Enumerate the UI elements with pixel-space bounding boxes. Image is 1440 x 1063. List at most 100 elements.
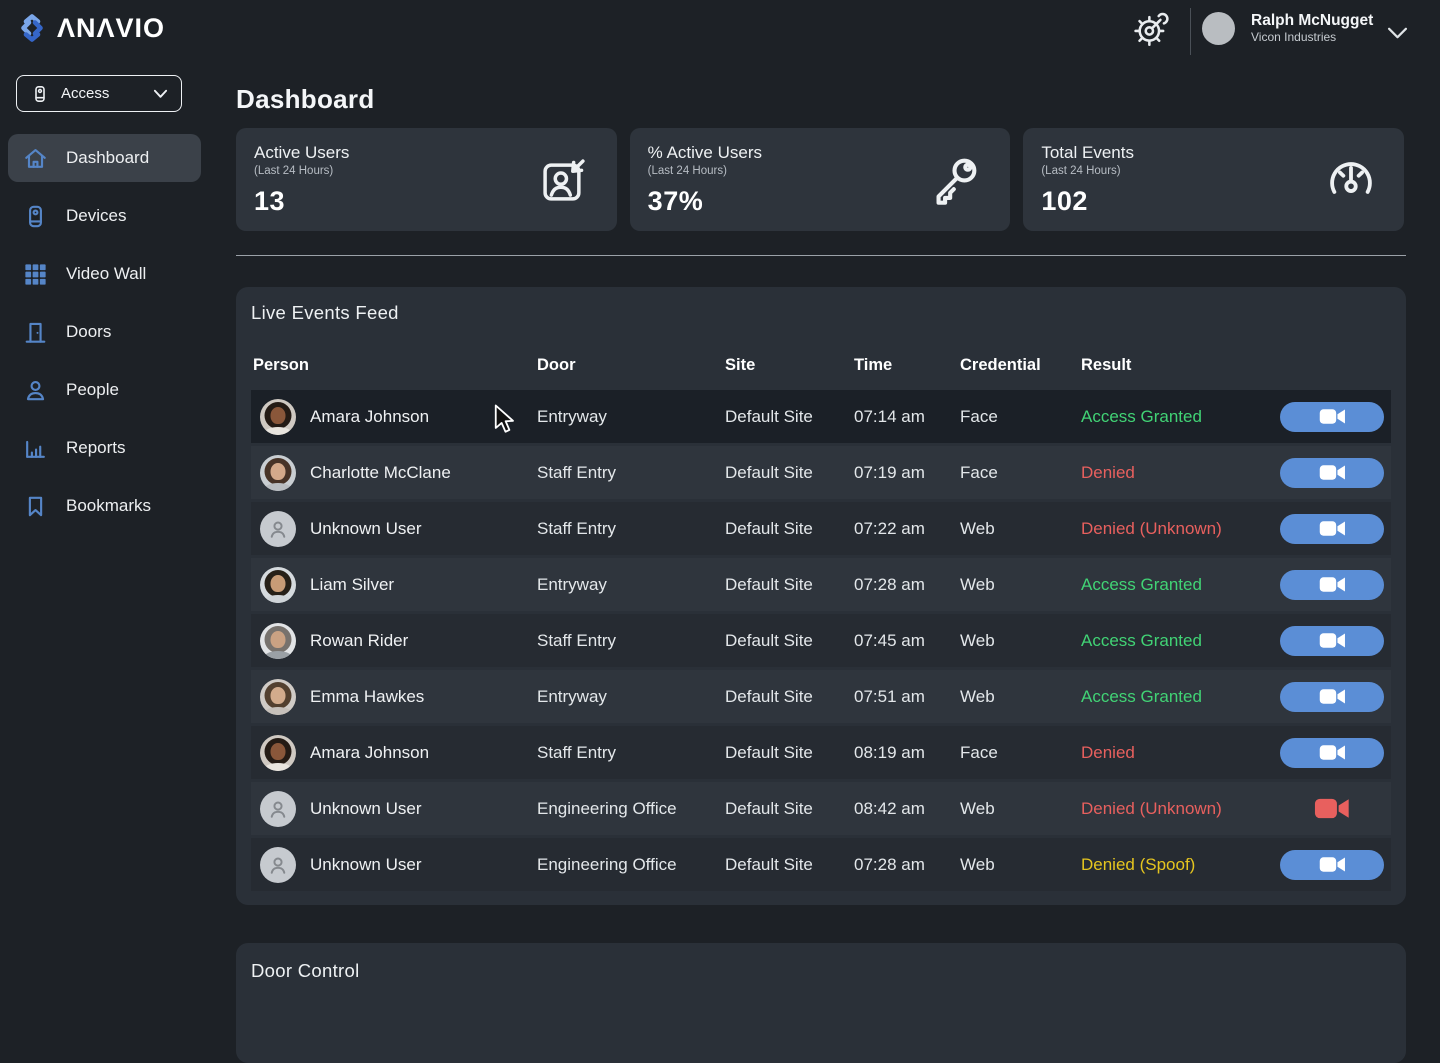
event-row[interactable]: Amara Johnson Staff Entry Default Site 0…	[251, 726, 1391, 779]
result-cell: Access Granted	[1079, 575, 1273, 595]
video-button[interactable]	[1280, 402, 1384, 432]
time-cell: 07:22 am	[852, 519, 958, 539]
event-row[interactable]: Rowan Rider Staff Entry Default Site 07:…	[251, 614, 1391, 667]
person-cell: Emma Hawkes	[251, 679, 535, 715]
video-cell	[1273, 514, 1391, 544]
sidebar-item-bookmarks[interactable]: Bookmarks	[8, 482, 201, 530]
event-row[interactable]: Emma Hawkes Entryway Default Site 07:51 …	[251, 670, 1391, 723]
result-cell: Denied	[1079, 463, 1273, 483]
door-cell: Entryway	[535, 687, 723, 707]
door-cell: Entryway	[535, 575, 723, 595]
column-header-person: Person	[251, 356, 535, 375]
chevron-down-icon[interactable]	[1387, 26, 1408, 40]
video-camera-icon	[1319, 408, 1346, 425]
time-cell: 07:51 am	[852, 687, 958, 707]
result-cell: Denied (Spoof)	[1079, 855, 1273, 875]
person-cell: Unknown User	[251, 847, 535, 883]
video-button[interactable]	[1280, 850, 1384, 880]
credential-cell: Face	[958, 743, 1079, 763]
video-camera-icon	[1319, 520, 1346, 537]
sidebar-item-people[interactable]: People	[8, 366, 201, 414]
sidebar-item-video-wall[interactable]: Video Wall	[8, 250, 201, 298]
unknown-person-icon	[260, 791, 296, 827]
time-cell: 08:19 am	[852, 743, 958, 763]
video-cell	[1273, 570, 1391, 600]
sidebar-item-dashboard[interactable]: Dashboard	[8, 134, 201, 182]
settings-gear-icon[interactable]	[1131, 9, 1171, 51]
page-title: Dashboard	[236, 84, 375, 115]
person-name: Unknown User	[310, 519, 422, 539]
person-avatar	[260, 679, 296, 715]
time-cell: 07:28 am	[852, 855, 958, 875]
person-avatar	[260, 735, 296, 771]
chevron-down-icon	[153, 89, 168, 99]
credential-cell: Web	[958, 631, 1079, 651]
video-camera-icon	[1319, 464, 1346, 481]
video-button[interactable]	[1280, 458, 1384, 488]
video-cell	[1273, 626, 1391, 656]
door-control-title: Door Control	[251, 960, 1391, 982]
event-row[interactable]: Charlotte McClane Staff Entry Default Si…	[251, 446, 1391, 499]
person-name: Amara Johnson	[310, 743, 429, 763]
video-button[interactable]	[1280, 738, 1384, 768]
home-icon	[22, 145, 49, 172]
sidebar-item-label: Devices	[66, 206, 126, 226]
video-camera-icon	[1319, 744, 1346, 761]
app-root: { "topbar": { "brand": "ANAVIO", "logo_i…	[0, 0, 1440, 1024]
site-cell: Default Site	[723, 743, 852, 763]
sidebar-item-label: People	[66, 380, 119, 400]
door-cell: Staff Entry	[535, 519, 723, 539]
door-cell: Staff Entry	[535, 743, 723, 763]
topbar-divider	[1190, 8, 1191, 55]
time-cell: 07:14 am	[852, 407, 958, 427]
column-header-time: Time	[852, 356, 958, 375]
door-cell: Staff Entry	[535, 463, 723, 483]
stat-card: Total Events (Last 24 Hours) 102	[1023, 128, 1404, 231]
intercom-icon	[22, 203, 49, 230]
credential-cell: Face	[958, 407, 1079, 427]
credential-cell: Web	[958, 519, 1079, 539]
person-avatar	[260, 455, 296, 491]
site-cell: Default Site	[723, 687, 852, 707]
result-cell: Access Granted	[1079, 631, 1273, 651]
context-selector[interactable]: Access	[16, 75, 182, 112]
event-row[interactable]: Unknown User Engineering Office Default …	[251, 838, 1391, 891]
video-denied-icon[interactable]	[1314, 797, 1350, 820]
person-name: Emma Hawkes	[310, 687, 424, 707]
person-cell: Charlotte McClane	[251, 455, 535, 491]
sidebar-item-label: Doors	[66, 322, 111, 342]
video-cell	[1273, 402, 1391, 432]
video-cell	[1273, 458, 1391, 488]
door-control-panel: Door Control	[236, 943, 1406, 1063]
credential-cell: Web	[958, 855, 1079, 875]
video-button[interactable]	[1280, 570, 1384, 600]
sidebar-item-label: Bookmarks	[66, 496, 151, 516]
site-cell: Default Site	[723, 463, 852, 483]
user-menu[interactable]: Ralph McNugget Vicon Industries	[1202, 11, 1373, 45]
door-cell: Engineering Office	[535, 799, 723, 819]
grid-icon	[22, 261, 49, 288]
time-cell: 07:45 am	[852, 631, 958, 651]
sidebar-nav: Dashboard Devices Video Wall Doors Peopl…	[8, 134, 201, 540]
stat-cards-row: Active Users (Last 24 Hours) 13 % Active…	[236, 128, 1404, 231]
result-cell: Denied	[1079, 743, 1273, 763]
video-camera-icon	[1319, 632, 1346, 649]
live-events-panel: Live Events Feed PersonDoorSiteTimeCrede…	[236, 287, 1406, 905]
event-row[interactable]: Liam Silver Entryway Default Site 07:28 …	[251, 558, 1391, 611]
event-row[interactable]: Unknown User Engineering Office Default …	[251, 782, 1391, 835]
video-button[interactable]	[1280, 682, 1384, 712]
door-icon	[22, 319, 49, 346]
video-button[interactable]	[1280, 514, 1384, 544]
stat-card: Active Users (Last 24 Hours) 13	[236, 128, 617, 231]
sidebar-item-devices[interactable]: Devices	[8, 192, 201, 240]
sidebar-item-reports[interactable]: Reports	[8, 424, 201, 472]
video-cell	[1273, 797, 1391, 820]
event-row[interactable]: Amara Johnson Entryway Default Site 07:1…	[251, 390, 1391, 443]
sidebar-item-doors[interactable]: Doors	[8, 308, 201, 356]
person-cell: Liam Silver	[251, 567, 535, 603]
bar-chart-icon	[22, 435, 49, 462]
video-button[interactable]	[1280, 626, 1384, 656]
intercom-device-icon	[30, 84, 50, 104]
video-cell	[1273, 738, 1391, 768]
event-row[interactable]: Unknown User Staff Entry Default Site 07…	[251, 502, 1391, 555]
